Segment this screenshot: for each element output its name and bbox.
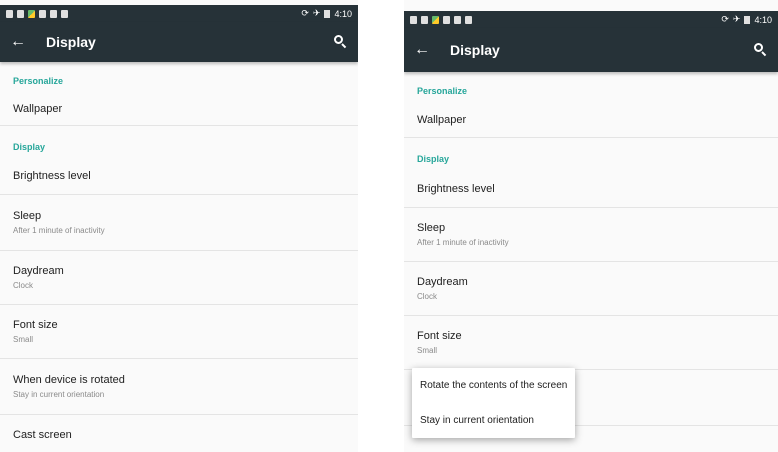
location-icon	[61, 9, 68, 18]
setting-sleep[interactable]: Sleep After 1 minute of inactivity	[0, 195, 358, 251]
setting-cast-screen[interactable]: Cast screen	[0, 415, 358, 452]
setting-title: Brightness level	[417, 182, 495, 195]
setting-title: Brightness level	[13, 170, 91, 182]
setting-title: Wallpaper	[417, 113, 467, 126]
notification-icons	[410, 15, 721, 24]
usb-icon	[39, 9, 46, 18]
setting-summary: After 1 minute of inactivity	[417, 238, 509, 247]
setting-title: When device is rotated	[13, 374, 125, 386]
setting-title: Wallpaper	[13, 102, 63, 115]
notification-icon	[410, 15, 417, 24]
setting-wallpaper[interactable]: Wallpaper	[404, 102, 778, 138]
section-header-display: Display	[417, 154, 450, 164]
setting-summary: Clock	[417, 292, 438, 301]
search-icon[interactable]	[754, 43, 768, 57]
airplane-icon: ✈	[732, 14, 741, 24]
setting-title: Daydream	[417, 276, 468, 288]
section-header-display: Display	[13, 142, 46, 152]
search-icon[interactable]	[334, 35, 348, 49]
setting-font-size[interactable]: Font size Small	[0, 305, 358, 359]
setting-brightness-level[interactable]: Brightness level	[404, 170, 778, 208]
left-screen: ⟳ ✈ 4:10 ← Display Personalize Wallpaper…	[0, 0, 358, 452]
clock: 4:10	[754, 14, 772, 25]
setting-device-rotated[interactable]: When device is rotated Stay in current o…	[0, 359, 358, 415]
back-arrow-icon[interactable]: ←	[10, 34, 32, 50]
battery-icon	[744, 15, 751, 24]
setting-title: Sleep	[417, 222, 446, 234]
rotation-icon: ⟳	[301, 8, 309, 18]
setting-summary: Small	[13, 335, 34, 344]
setting-wallpaper[interactable]: Wallpaper	[0, 92, 358, 126]
status-bar: ⟳ ✈ 4:10	[0, 5, 358, 22]
setting-daydream[interactable]: Daydream Clock	[0, 251, 358, 305]
notification-icon	[17, 9, 24, 18]
notification-icons	[6, 9, 301, 18]
rotation-icon: ⟳	[721, 14, 729, 24]
gallery-icon	[28, 9, 35, 18]
lock-icon	[421, 15, 428, 24]
setting-summary: Stay in current orientation	[13, 390, 105, 399]
gallery-icon	[432, 15, 439, 24]
sd-card-icon	[454, 15, 461, 24]
rotation-options-menu: Rotate the contents of the screen Stay i…	[412, 368, 575, 438]
battery-icon	[324, 9, 331, 18]
location-icon	[465, 15, 472, 24]
airplane-icon: ✈	[312, 8, 321, 18]
usb-icon	[443, 15, 450, 24]
section-header-personalize: Personalize	[13, 76, 64, 86]
setting-title: Cast screen	[13, 428, 72, 441]
setting-title: Sleep	[13, 210, 42, 222]
app-bar: ← Display	[0, 22, 358, 62]
setting-summary: Small	[417, 346, 438, 355]
setting-brightness-level[interactable]: Brightness level	[0, 158, 358, 195]
app-bar: ← Display	[404, 28, 778, 72]
page-title: Display	[450, 42, 500, 58]
setting-summary: Clock	[13, 281, 34, 290]
section-header-personalize: Personalize	[417, 86, 468, 96]
clock: 4:10	[334, 8, 352, 19]
setting-font-size[interactable]: Font size Small	[404, 316, 778, 370]
setting-title: Font size	[417, 330, 462, 342]
menu-item-rotate-contents[interactable]: Rotate the contents of the screen	[412, 368, 575, 403]
right-screen: ⟳ ✈ 4:10 ← Display Personalize Wallpaper…	[404, 0, 778, 452]
sd-card-icon	[50, 9, 57, 18]
setting-sleep[interactable]: Sleep After 1 minute of inactivity	[404, 208, 778, 262]
menu-item-stay-orientation[interactable]: Stay in current orientation	[412, 403, 575, 438]
back-arrow-icon[interactable]: ←	[414, 42, 436, 58]
settings-list: Personalize Wallpaper Display Brightness…	[0, 62, 358, 452]
setting-title: Daydream	[13, 265, 64, 277]
lock-icon	[6, 9, 13, 18]
setting-summary: After 1 minute of inactivity	[13, 226, 105, 235]
page-title: Display	[46, 34, 96, 50]
setting-daydream[interactable]: Daydream Clock	[404, 262, 778, 316]
setting-title: Font size	[13, 319, 58, 331]
status-bar: ⟳ ✈ 4:10	[404, 11, 778, 28]
